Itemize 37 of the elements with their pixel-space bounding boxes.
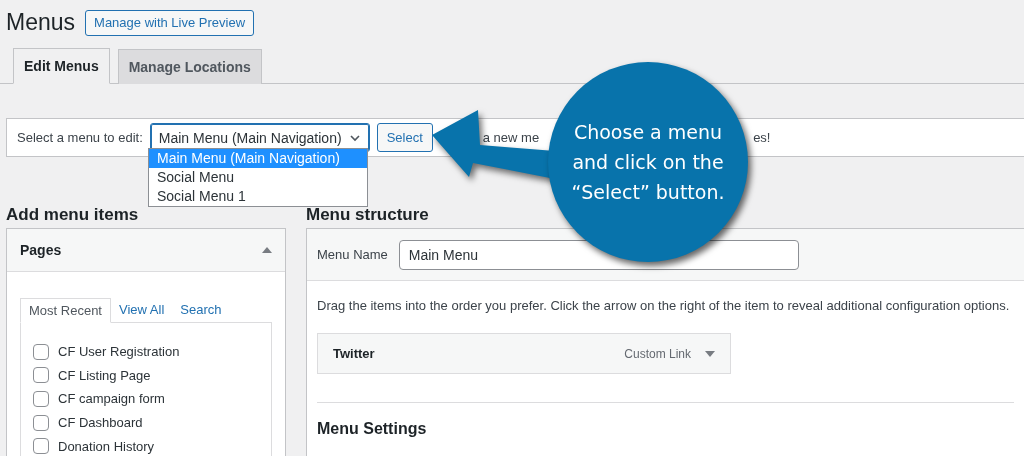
menu-item-type: Custom Link xyxy=(624,346,691,361)
tab[interactable]: Edit Menus xyxy=(13,48,110,84)
menu-item-title: Twitter xyxy=(333,346,375,361)
live-preview-button[interactable]: Manage with Live Preview xyxy=(85,9,255,36)
section-heading: Menu Settings xyxy=(317,420,428,438)
page-label: CF Dashboard xyxy=(58,415,143,431)
tab[interactable]: Manage Locations xyxy=(117,49,262,84)
checkbox[interactable] xyxy=(33,414,49,431)
checkbox[interactable] xyxy=(33,391,49,407)
section-heading: Add menu items xyxy=(6,205,140,226)
panel-tab[interactable]: Most Recent xyxy=(20,298,111,323)
panel-title: Pages xyxy=(20,242,62,258)
panel-tab[interactable]: Search xyxy=(172,298,230,322)
collapse-triangle-icon xyxy=(262,247,272,253)
menu-name-label: Menu Name xyxy=(317,247,388,262)
dropdown-option[interactable]: Social Menu xyxy=(149,168,367,187)
checkbox[interactable] xyxy=(33,367,49,384)
checkbox[interactable] xyxy=(33,343,49,360)
page-label: Donation History xyxy=(58,438,155,454)
select-button[interactable]: Select xyxy=(376,123,433,152)
expand-triangle-icon[interactable] xyxy=(705,350,715,357)
panel-header[interactable]: Pages xyxy=(7,229,285,272)
menu-dropdown[interactable]: Main Menu (Main Navigation) xyxy=(149,123,370,152)
callout-bubble: Choose a menu and click on the “Select” button. xyxy=(548,62,748,262)
instructions-text: Drag the items into the order you prefer. Click the arrow on the right of the item to reveal additional configuration options. xyxy=(317,298,1011,313)
dropdown-option[interactable]: Social Menu 1 xyxy=(149,187,367,206)
page-title: Menus xyxy=(6,9,76,36)
section-heading: Menu structure xyxy=(306,205,430,226)
checkbox[interactable] xyxy=(33,438,49,455)
notice-text: a new me xyxy=(482,130,540,145)
page-label: CF User Registration xyxy=(58,344,180,360)
page-label: CF Listing Page xyxy=(58,367,151,383)
select-menu-label: Select a menu to edit: xyxy=(17,130,143,145)
menu-item[interactable]: Twitter Custom Link xyxy=(317,333,731,374)
page-label: CF campaign form xyxy=(58,391,165,407)
panel-tab[interactable]: View All xyxy=(111,298,173,322)
notice-text: es! xyxy=(753,130,771,145)
